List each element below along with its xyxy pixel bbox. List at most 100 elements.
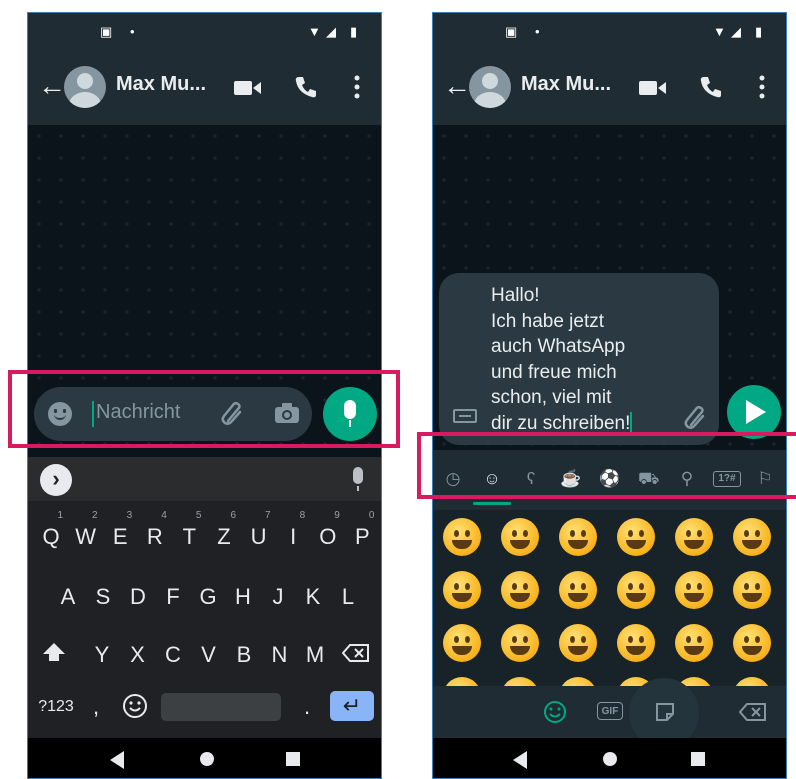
emoji-item[interactable] (501, 624, 539, 662)
nav-home-icon[interactable] (603, 752, 617, 766)
contact-name[interactable]: Max Mu... (116, 73, 206, 96)
input-bar-highlight-box (8, 370, 400, 448)
emoji-item[interactable] (559, 518, 597, 556)
nav-recents-icon[interactable] (691, 752, 705, 766)
emoji-item[interactable] (617, 624, 655, 662)
avatar[interactable] (64, 66, 106, 108)
emoji-item[interactable] (443, 624, 481, 662)
message-input-bar[interactable]: Hallo! Ich habe jetzt auch WhatsApp und … (439, 273, 719, 445)
notification-dot-icon: • (130, 24, 135, 39)
enter-key[interactable]: ↵ (330, 691, 374, 721)
emoji-item[interactable] (733, 624, 771, 662)
emoji-item[interactable] (559, 624, 597, 662)
signal-icon: ◢ (326, 24, 336, 39)
contact-name[interactable]: Max Mu... (521, 73, 611, 96)
emoji-item[interactable] (675, 571, 713, 609)
emoji-item[interactable] (733, 518, 771, 556)
key-q[interactable]: Q1 (33, 510, 69, 561)
voice-call-icon[interactable] (294, 75, 318, 99)
backspace-icon[interactable] (739, 702, 767, 722)
keyboard-row-1: Q1W2E3R4T5Z6U7I8O9P0 (28, 509, 381, 565)
sticker-tab-icon[interactable] (653, 700, 677, 724)
key-x[interactable]: X (120, 631, 156, 679)
key-a[interactable]: A (50, 573, 86, 621)
key-z[interactable]: Z6 (206, 510, 242, 561)
keyboard-row-4: ?123 , . ↵ (28, 679, 381, 735)
voice-call-icon[interactable] (699, 75, 723, 99)
expand-toolbar-icon[interactable]: › (40, 464, 72, 496)
emoji-item[interactable] (501, 518, 539, 556)
emoji-bottom-bar: GIF (433, 678, 786, 748)
shift-key-icon[interactable] (42, 641, 66, 663)
key-i[interactable]: I8 (275, 510, 311, 561)
emoji-item[interactable] (501, 571, 539, 609)
more-options-icon[interactable] (354, 75, 360, 99)
keyboard-row-3: YXCVBNM (28, 627, 381, 683)
more-options-icon[interactable] (759, 75, 765, 99)
key-t[interactable]: T5 (171, 510, 207, 561)
emoji-item[interactable] (443, 518, 481, 556)
emoji-key-icon[interactable] (122, 693, 148, 719)
send-icon (746, 400, 766, 424)
key-s[interactable]: S (85, 573, 121, 621)
key-o[interactable]: O9 (310, 510, 346, 561)
nav-home-icon[interactable] (200, 752, 214, 766)
signal-icon: ◢ (731, 24, 741, 39)
back-arrow-icon[interactable]: ← (38, 71, 66, 101)
status-bar: ▣ • ▼ ◢ ▮ (28, 13, 381, 51)
key-k[interactable]: K (295, 573, 331, 621)
emoji-item[interactable] (675, 624, 713, 662)
emoji-item[interactable] (617, 518, 655, 556)
active-category-indicator (473, 502, 511, 505)
nav-back-icon[interactable] (110, 751, 124, 769)
gif-tab[interactable]: GIF (597, 702, 623, 720)
emoji-item[interactable] (617, 571, 655, 609)
nav-back-icon[interactable] (513, 751, 527, 769)
navigation-bar (433, 738, 786, 778)
emoji-item[interactable] (733, 571, 771, 609)
comma-key[interactable]: , (83, 683, 109, 731)
key-m[interactable]: M (297, 631, 333, 679)
backspace-key-icon[interactable] (342, 643, 370, 663)
keyboard-row-2: ASDFGHJKL (28, 569, 381, 625)
gallery-notification-icon: ▣ (100, 24, 113, 39)
key-u[interactable]: U7 (241, 510, 277, 561)
emoji-item[interactable] (675, 518, 713, 556)
send-button[interactable] (727, 385, 781, 439)
key-j[interactable]: J (260, 573, 296, 621)
key-e[interactable]: E3 (102, 510, 138, 561)
key-v[interactable]: V (191, 631, 227, 679)
key-n[interactable]: N (262, 631, 298, 679)
attach-icon[interactable] (683, 405, 709, 431)
navigation-bar (28, 738, 381, 778)
keyboard: › Q1W2E3R4T5Z6U7I8O9P0 ASDFGHJKL YXCVBNM… (28, 457, 381, 740)
avatar[interactable] (469, 66, 511, 108)
nav-recents-icon[interactable] (286, 752, 300, 766)
symbols-key[interactable]: ?123 (34, 683, 78, 731)
video-call-icon[interactable] (639, 79, 667, 97)
keyboard-toolbar: › (28, 457, 381, 501)
key-p[interactable]: P0 (344, 510, 380, 561)
key-b[interactable]: B (226, 631, 262, 679)
keyboard-toggle-icon[interactable] (453, 409, 477, 423)
space-key[interactable] (161, 693, 281, 721)
chat-header: ← Max Mu... (433, 51, 786, 125)
voice-input-icon[interactable] (353, 467, 363, 491)
key-h[interactable]: H (225, 573, 261, 621)
key-c[interactable]: C (155, 631, 191, 679)
battery-icon: ▮ (755, 24, 763, 39)
key-r[interactable]: R4 (137, 510, 173, 561)
back-arrow-icon[interactable]: ← (443, 71, 471, 101)
video-call-icon[interactable] (234, 79, 262, 97)
period-key[interactable]: . (294, 683, 320, 731)
key-w[interactable]: W2 (68, 510, 104, 561)
key-f[interactable]: F (155, 573, 191, 621)
emoji-item[interactable] (443, 571, 481, 609)
message-input[interactable]: Hallo! Ich habe jetzt auch WhatsApp und … (491, 283, 681, 436)
emoji-tab-icon[interactable] (543, 700, 567, 724)
key-g[interactable]: G (190, 573, 226, 621)
key-y[interactable]: Y (84, 631, 120, 679)
emoji-item[interactable] (559, 571, 597, 609)
key-l[interactable]: L (330, 573, 366, 621)
key-d[interactable]: D (120, 573, 156, 621)
